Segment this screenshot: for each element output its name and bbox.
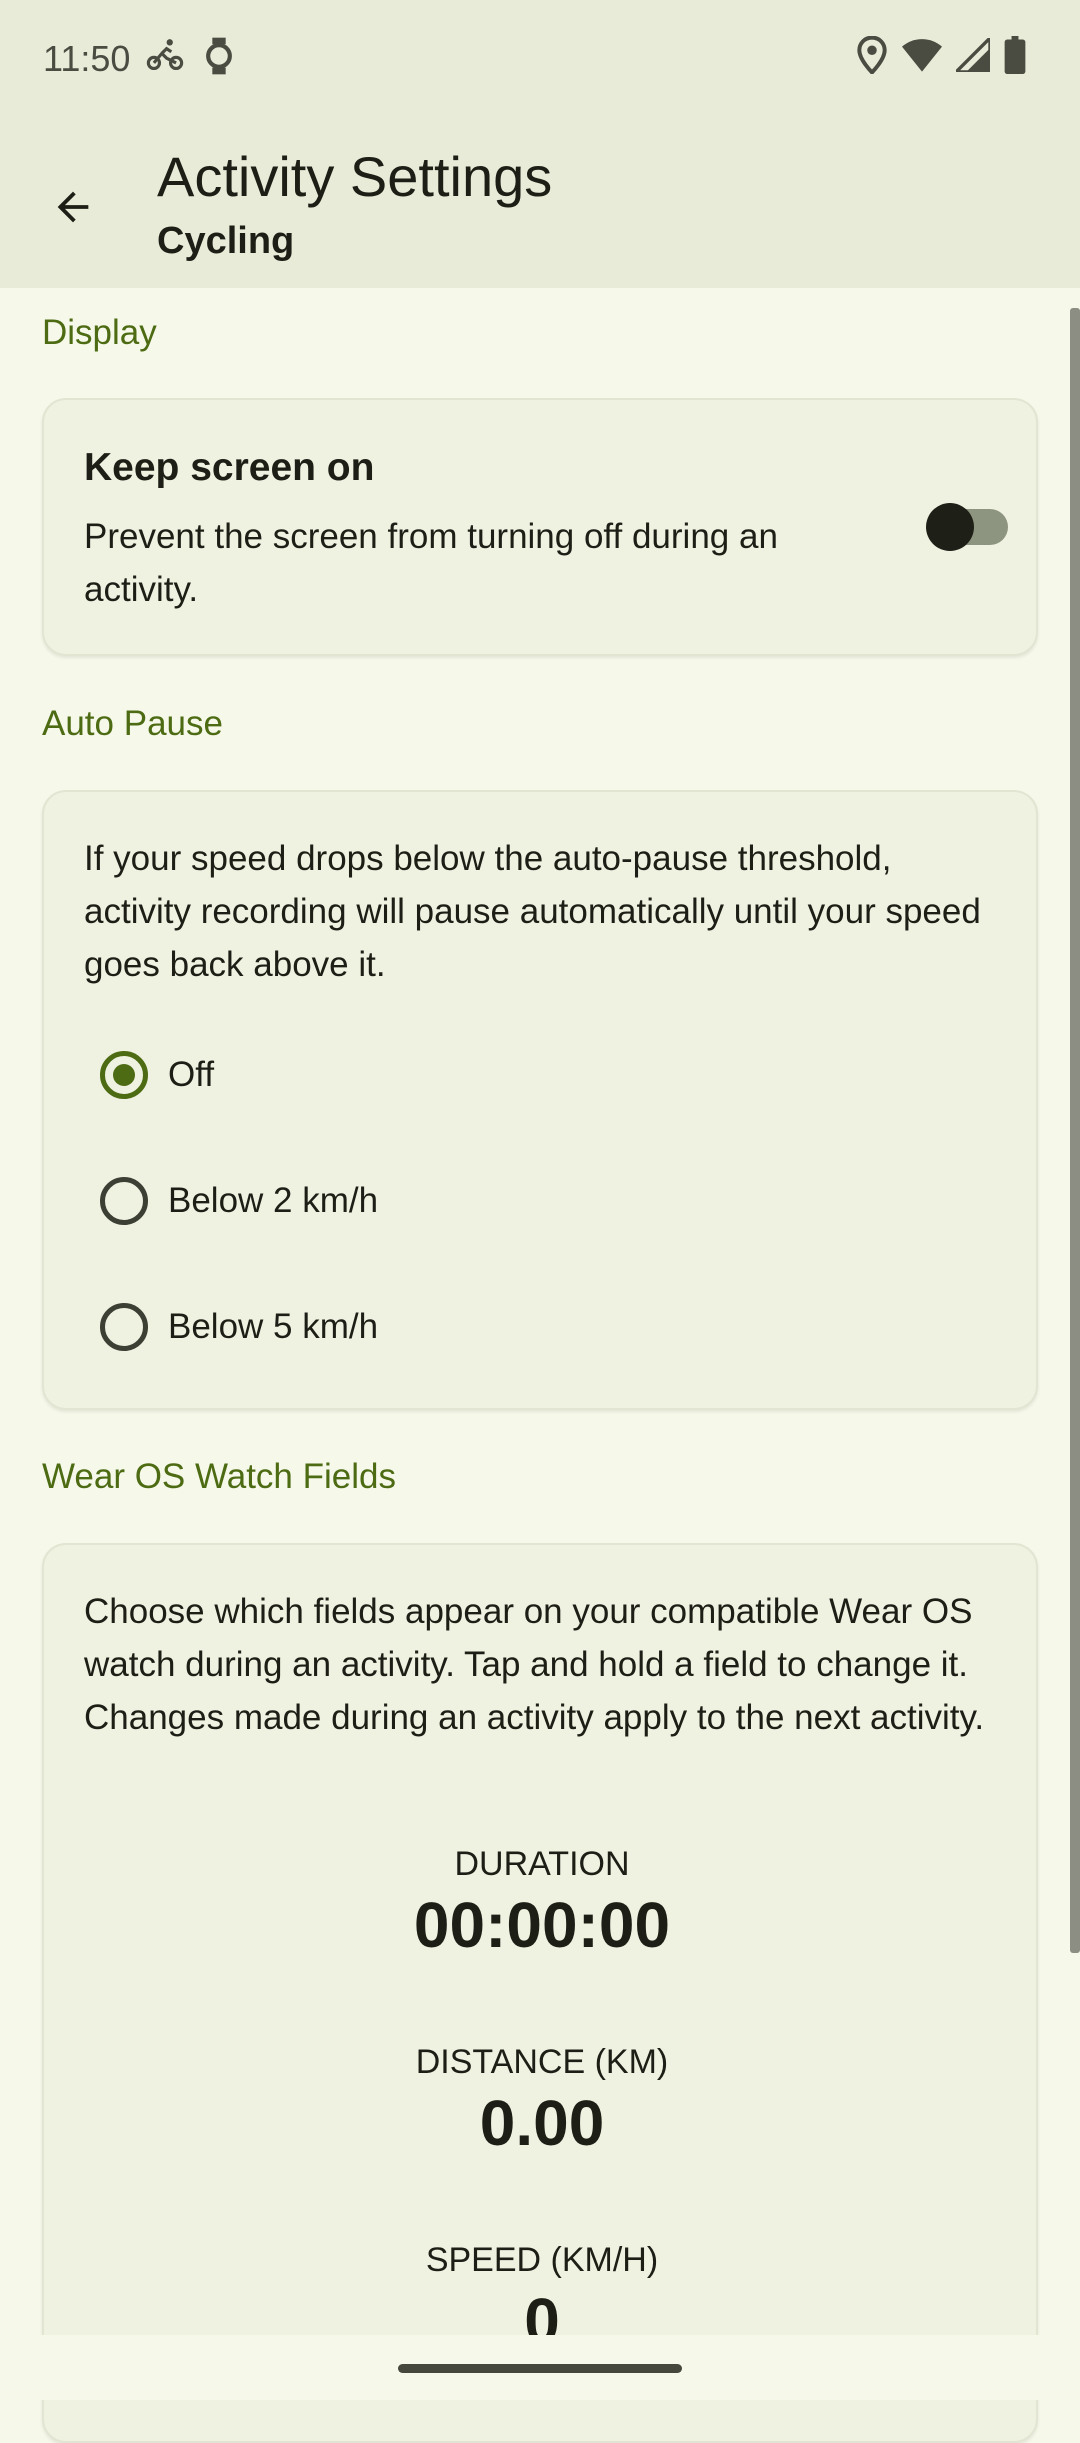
wifi-icon <box>902 38 942 77</box>
field-label: DISTANCE (KM) <box>415 2043 669 2081</box>
home-gesture-handle[interactable] <box>398 2364 682 2373</box>
wear-os-description: Choose which fields appear on your compa… <box>84 1592 985 1737</box>
page-subtitle: Cycling <box>157 220 295 262</box>
field-value: 00:00:00 <box>413 1889 671 1961</box>
keep-screen-on-title: Keep screen on <box>84 446 375 489</box>
cycling-icon <box>146 36 184 81</box>
radio-button[interactable] <box>100 1177 148 1225</box>
scrollbar[interactable] <box>1070 308 1080 1953</box>
signal-icon <box>951 33 992 77</box>
radio-label: Below 2 km/h <box>168 1181 379 1220</box>
radio-button[interactable] <box>100 1051 148 1099</box>
section-header-auto-pause: Auto Pause <box>42 704 223 743</box>
location-icon <box>856 35 888 79</box>
keep-screen-on-toggle[interactable] <box>926 503 1008 551</box>
battery-icon <box>1004 36 1026 79</box>
field-label: SPEED (KM/H) <box>425 2241 659 2279</box>
radio-button[interactable] <box>100 1303 148 1351</box>
radio-label: Below 5 km/h <box>168 1307 379 1346</box>
arrow-back-icon <box>50 184 96 235</box>
watch-field-duration[interactable]: DURATION 00:00:00 <box>44 1845 1040 1962</box>
field-value: 0.00 <box>479 2087 605 2159</box>
wear-os-card: Choose which fields appear on your compa… <box>42 1543 1038 2443</box>
toggle-knob <box>926 503 974 551</box>
watch-field-distance[interactable]: DISTANCE (KM) 0.00 <box>44 2043 1040 2160</box>
page-title: Activity Settings <box>157 145 553 208</box>
field-label: DURATION <box>454 1845 630 1883</box>
section-header-display: Display <box>42 313 157 352</box>
status-bar: 11:50 <box>0 0 1080 122</box>
back-button[interactable] <box>36 172 110 246</box>
app-bar: Activity Settings Cycling <box>0 122 1080 288</box>
radio-label: Off <box>168 1055 215 1094</box>
keep-screen-on-description: Prevent the screen from turning off duri… <box>84 517 778 609</box>
watch-icon <box>202 36 236 81</box>
section-header-wear-os: Wear OS Watch Fields <box>42 1457 396 1496</box>
keep-screen-on-card[interactable]: Keep screen on Prevent the screen from t… <box>42 398 1038 656</box>
radio-option-below-5[interactable]: Below 5 km/h <box>100 1272 378 1382</box>
status-time: 11:50 <box>43 38 131 79</box>
radio-option-below-2[interactable]: Below 2 km/h <box>100 1146 378 1256</box>
auto-pause-card: If your speed drops below the auto-pause… <box>42 790 1038 1410</box>
radio-option-off[interactable]: Off <box>100 1020 214 1130</box>
auto-pause-description: If your speed drops below the auto-pause… <box>84 839 981 984</box>
